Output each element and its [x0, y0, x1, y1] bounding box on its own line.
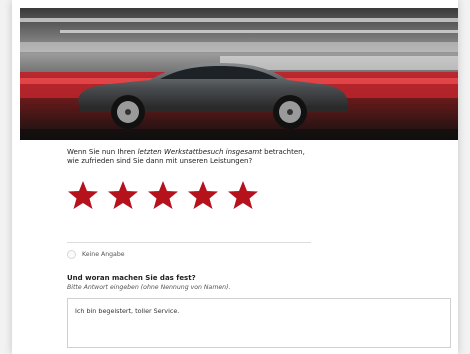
answer-textarea[interactable]: Ich bin begeistert, toller Service.: [67, 298, 451, 348]
survey-page: Wenn Sie nun Ihren letzten Werkstattbesu…: [12, 0, 458, 354]
divider: [67, 242, 311, 243]
star-rating: [67, 180, 451, 210]
car-hero-image: [20, 8, 458, 140]
followup-hint: Bitte Antwort eingeben (ohne Nennung von…: [67, 284, 231, 291]
followup-question: Und woran machen Sie das fest? Bitte Ant…: [67, 274, 230, 291]
followup-title: Und woran machen Sie das fest?: [67, 274, 196, 282]
no-answer-radio[interactable]: [67, 250, 76, 259]
question-prefix: Wenn Sie nun Ihren: [67, 148, 138, 156]
question-text: Wenn Sie nun Ihren letzten Werkstattbesu…: [67, 148, 307, 166]
star-4-icon[interactable]: [187, 180, 219, 210]
star-5-icon[interactable]: [227, 180, 259, 210]
no-answer-label: Keine Angabe: [82, 251, 125, 258]
star-3-icon[interactable]: [147, 180, 179, 210]
star-2-icon[interactable]: [107, 180, 139, 210]
car-hero-graphic: [20, 8, 458, 140]
question-emphasis: letzten Werkstattbesuch insgesamt: [137, 148, 262, 156]
no-answer-option[interactable]: Keine Angabe: [67, 250, 125, 259]
star-1-icon[interactable]: [67, 180, 99, 210]
survey-content: Wenn Sie nun Ihren letzten Werkstattbesu…: [67, 148, 451, 348]
